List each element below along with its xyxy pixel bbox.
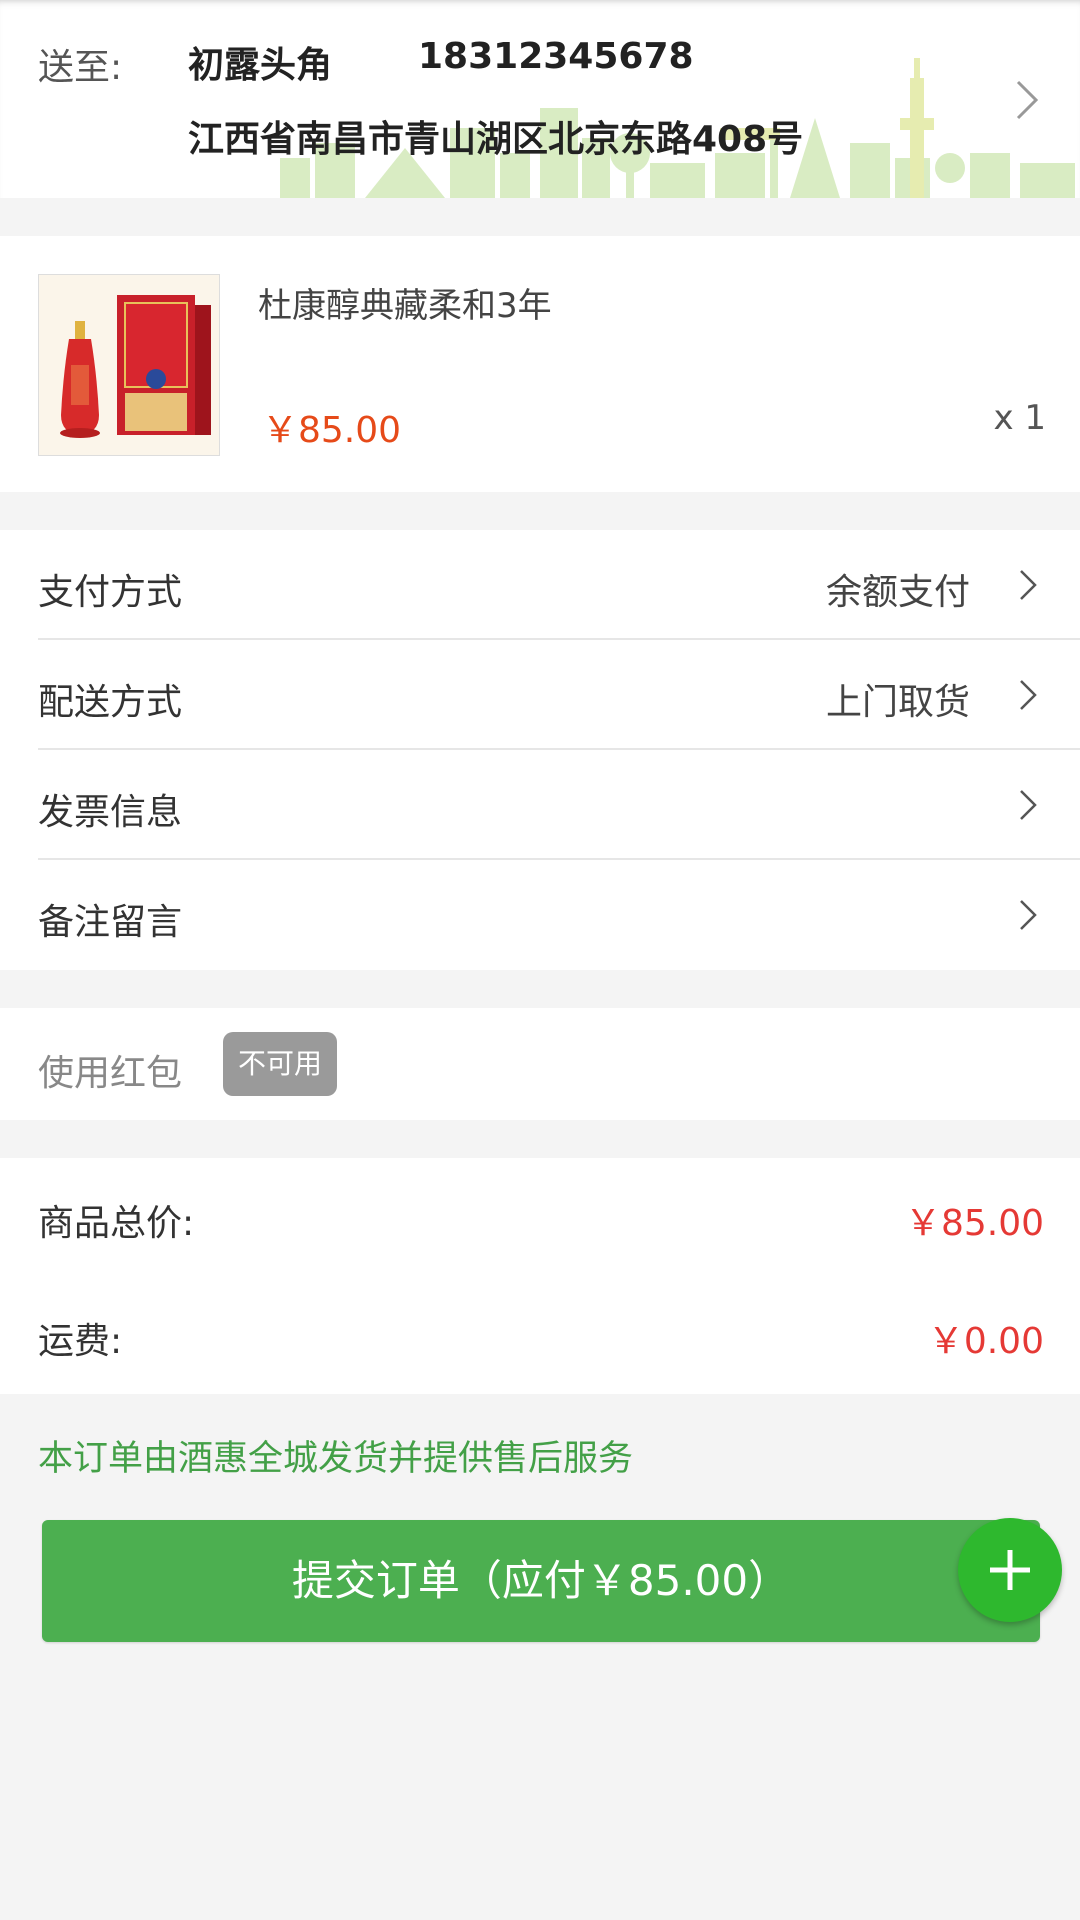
address-line: 江西省南昌市青山湖区北京东路408号 xyxy=(188,119,804,160)
unavailable-badge: 不可用 xyxy=(223,1032,337,1096)
remark-row[interactable]: 备注留言 xyxy=(0,860,1080,970)
address-card[interactable]: 送至: 初露头角 18312345678 江西省南昌市青山湖区北京东路408号 xyxy=(0,0,1080,198)
chevron-right-icon xyxy=(1012,78,1042,126)
delivery-method-row[interactable]: 配送方式 上门取货 xyxy=(0,640,1080,750)
service-notice: 本订单由酒惠全城发货并提供售后服务 xyxy=(38,1439,634,1479)
invoice-info-row[interactable]: 发票信息 xyxy=(0,750,1080,860)
submit-order-button[interactable]: 提交订单（应付￥85.00） xyxy=(42,1520,1040,1642)
chevron-right-icon xyxy=(1018,568,1038,606)
delivery-method-value: 上门取货 xyxy=(825,682,970,723)
product-name: 杜康醇典藏柔和3年 xyxy=(258,286,552,326)
plus-icon xyxy=(990,1550,1030,1590)
price-summary: 商品总价: ￥85.00 运费: ￥0.00 xyxy=(0,1158,1080,1394)
ship-to-label: 送至: xyxy=(38,47,123,88)
chevron-right-icon xyxy=(1018,678,1038,716)
chevron-right-icon xyxy=(1018,788,1038,826)
order-options: 支付方式 余额支付 配送方式 上门取货 发票信息 备注留言 xyxy=(0,530,1080,970)
payment-method-label: 支付方式 xyxy=(38,572,183,613)
product-price: ￥85.00 xyxy=(262,410,402,451)
goods-total-value: ￥85.00 xyxy=(904,1203,1044,1244)
remark-label: 备注留言 xyxy=(38,902,183,943)
product-card[interactable]: 杜康醇典藏柔和3年 ￥85.00 x 1 xyxy=(0,236,1080,492)
invoice-info-label: 发票信息 xyxy=(38,792,183,833)
goods-total-label: 商品总价: xyxy=(38,1203,195,1244)
product-image xyxy=(38,274,220,456)
shipping-fee-value: ￥0.00 xyxy=(927,1321,1044,1362)
red-packet-label: 使用红包 xyxy=(38,1053,183,1094)
delivery-method-label: 配送方式 xyxy=(38,682,183,723)
floating-add-button[interactable] xyxy=(958,1518,1062,1622)
payment-method-row[interactable]: 支付方式 余额支付 xyxy=(0,530,1080,640)
payment-method-value: 余额支付 xyxy=(825,572,970,613)
chevron-right-icon xyxy=(1018,898,1038,936)
shipping-fee-label: 运费: xyxy=(38,1321,123,1362)
red-packet-row: 使用红包 不可用 xyxy=(0,1008,1080,1120)
product-quantity: x 1 xyxy=(993,398,1046,438)
